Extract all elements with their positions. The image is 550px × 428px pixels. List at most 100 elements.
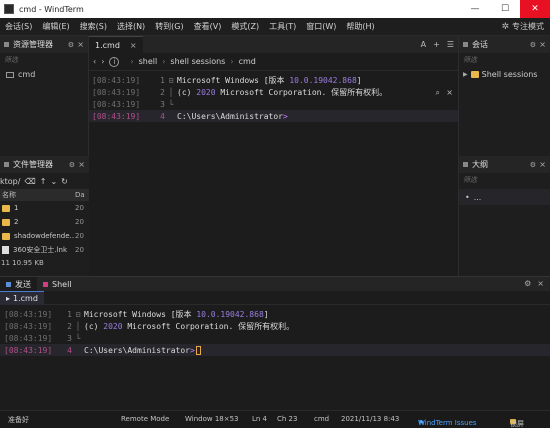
text-cursor: [195, 345, 201, 355]
gear-icon[interactable]: ⚙: [69, 161, 75, 169]
gear-icon[interactable]: ⚙: [68, 41, 74, 49]
outline-title: 大纲: [472, 160, 488, 169]
menu-search[interactable]: 搜索(S): [75, 21, 112, 32]
gear-icon[interactable]: ⚙: [530, 161, 536, 169]
terminal-line: [08:43:19] 3 └: [4, 333, 81, 343]
sessions-header: 会话 ⚙ ×: [459, 36, 550, 53]
minimize-button[interactable]: —: [460, 0, 490, 18]
status-window-size: Window 18×53: [185, 415, 239, 423]
terminal-line: [08:43:19] 2 │ (c) 2020 Microsoft Corporat…: [4, 321, 295, 331]
file-row[interactable]: shadowdefende… 20: [0, 229, 89, 243]
file-name: 360安全卫士.lnk: [13, 246, 68, 254]
panel-square-icon: [4, 42, 9, 47]
forward-icon[interactable]: ›: [101, 57, 104, 66]
status-datetime: 2021/11/13 8:43: [341, 415, 400, 423]
font-icon[interactable]: A: [421, 40, 426, 49]
new-tab-icon[interactable]: +: [433, 40, 440, 49]
terminal-line-current: [08:43:19] 4 C:\Users\Administrator>: [89, 110, 458, 122]
explorer-item-cmd[interactable]: cmd: [0, 67, 88, 82]
refresh-icon[interactable]: ↻: [61, 177, 68, 186]
close-icon[interactable]: ×: [77, 40, 84, 49]
menu-view[interactable]: 查看(V): [189, 21, 227, 32]
file-row[interactable]: 1 20: [0, 201, 89, 215]
menu-session[interactable]: 会话(S): [0, 21, 37, 32]
sessions-title: 会话: [472, 40, 488, 49]
tab-shell[interactable]: Shell: [37, 277, 78, 291]
session-group-label: Shell sessions: [481, 69, 538, 79]
close-button[interactable]: ✕: [520, 0, 550, 18]
explorer-filter-input[interactable]: 筛选: [0, 53, 88, 67]
path-input[interactable]: ktop/: [0, 177, 20, 186]
menu-mode[interactable]: 模式(Z): [226, 21, 264, 32]
focus-mode-button[interactable]: ✲ 专注模式: [501, 21, 544, 32]
bottom-subtab-bar: ▸ 1.cmd: [0, 290, 550, 305]
back-icon[interactable]: ‹: [93, 57, 96, 66]
fold-icon: ⊟: [168, 75, 174, 85]
panel-square-icon: [4, 162, 9, 167]
explorer-header: 资源管理器 ⚙ ×: [0, 36, 88, 53]
tab-send[interactable]: 发送: [0, 277, 37, 291]
status-line[interactable]: Ln 4: [252, 415, 267, 423]
terminal-line: [08:43:19] 2 │ (c) 2020 Microsoft Corporat…: [92, 87, 388, 97]
title-bar: cmd - WindTerm — ☐ ✕: [0, 0, 550, 18]
file-name: 1: [14, 204, 19, 212]
file-date: 20: [75, 246, 84, 254]
status-ready: 准备好: [8, 416, 29, 424]
status-column[interactable]: Ch 23: [277, 415, 297, 423]
info-icon[interactable]: i: [109, 56, 120, 67]
menu-window[interactable]: 窗口(W): [301, 21, 341, 32]
terminal-line-current: [08:43:19] 4 C:\Users\Administrator>: [0, 344, 550, 356]
maximize-button[interactable]: ☐: [490, 0, 520, 18]
file-count: 11: [1, 258, 10, 267]
file-manager-title: 文件管理器: [13, 160, 53, 169]
column-date[interactable]: Da: [75, 191, 85, 199]
explorer-title: 资源管理器: [13, 40, 53, 49]
menu-goto[interactable]: 转到(G): [150, 21, 188, 32]
close-icon[interactable]: ×: [539, 160, 546, 169]
breadcrumb-cmd[interactable]: cmd: [239, 57, 256, 66]
close-icon[interactable]: ×: [78, 160, 85, 169]
file-manager-header: 文件管理器 ⚙ ×: [0, 156, 89, 173]
chevron-down-icon[interactable]: ⌄: [50, 177, 57, 186]
close-icon[interactable]: ×: [539, 40, 546, 49]
file-date: 20: [75, 204, 84, 212]
panel-square-icon: [463, 42, 468, 47]
editor-tools: A + ☰: [421, 40, 454, 49]
editor-tab-bar: 1.cmd × A + ☰: [89, 36, 458, 53]
status-mode[interactable]: Remote Mode: [121, 415, 169, 423]
focus-mode-label: 专注模式: [512, 22, 544, 31]
up-arrow-icon[interactable]: ↑: [40, 177, 47, 186]
subtab-1-cmd[interactable]: ▸ 1.cmd: [0, 290, 44, 305]
terminal-line: [08:43:19] 1 ⊟ Microsoft Windows [版本 10.0.…: [92, 75, 362, 85]
panel-square-icon: [463, 162, 468, 167]
file-row[interactable]: 360安全卫士.lnk 20: [0, 243, 89, 257]
terminal-output[interactable]: [08:43:19] 1 ⊟ Microsoft Windows [版本 10.0.…: [89, 71, 458, 122]
outline-item[interactable]: • ...: [459, 189, 550, 205]
send-terminal-output[interactable]: [08:43:19] 1 ⊟ Microsoft Windows [版本 10.0.…: [0, 305, 550, 356]
column-name[interactable]: 名称: [0, 190, 75, 200]
star-icon: ✲: [501, 21, 509, 32]
breadcrumb-shell[interactable]: shell: [139, 57, 158, 66]
outline-filter-input[interactable]: 筛选: [459, 173, 550, 187]
menu-tools[interactable]: 工具(T): [264, 21, 301, 32]
gear-icon[interactable]: ⚙: [524, 279, 531, 288]
tab-1-cmd[interactable]: 1.cmd ×: [89, 36, 143, 53]
menu-edit[interactable]: 编辑(E): [37, 21, 74, 32]
bullet-icon: •: [465, 192, 470, 202]
file-total-size: 10.95 KB: [12, 258, 44, 267]
tab-shell-label: Shell: [52, 279, 72, 289]
gear-icon[interactable]: ⚙: [530, 41, 536, 49]
menu-icon[interactable]: ☰: [447, 40, 454, 49]
clear-icon[interactable]: ⌫: [24, 177, 35, 186]
menu-select[interactable]: 选择(N): [112, 21, 150, 32]
tab-close-icon[interactable]: ×: [130, 41, 137, 50]
file-row[interactable]: 2 20: [0, 215, 89, 229]
breadcrumb-shell-sessions[interactable]: shell sessions: [170, 57, 225, 66]
sessions-filter-input[interactable]: 筛选: [459, 53, 550, 67]
menu-bar: 会话(S) 编辑(E) 搜索(S) 选择(N) 转到(G) 查看(V) 模式(Z…: [0, 18, 550, 36]
close-icon[interactable]: ×: [537, 279, 544, 288]
tab-send-label: 发送: [15, 279, 31, 289]
session-group-shell[interactable]: ▶ Shell sessions: [459, 67, 550, 81]
menu-help[interactable]: 帮助(H): [341, 21, 379, 32]
outline-header: 大纲 ⚙ ×: [459, 156, 550, 173]
